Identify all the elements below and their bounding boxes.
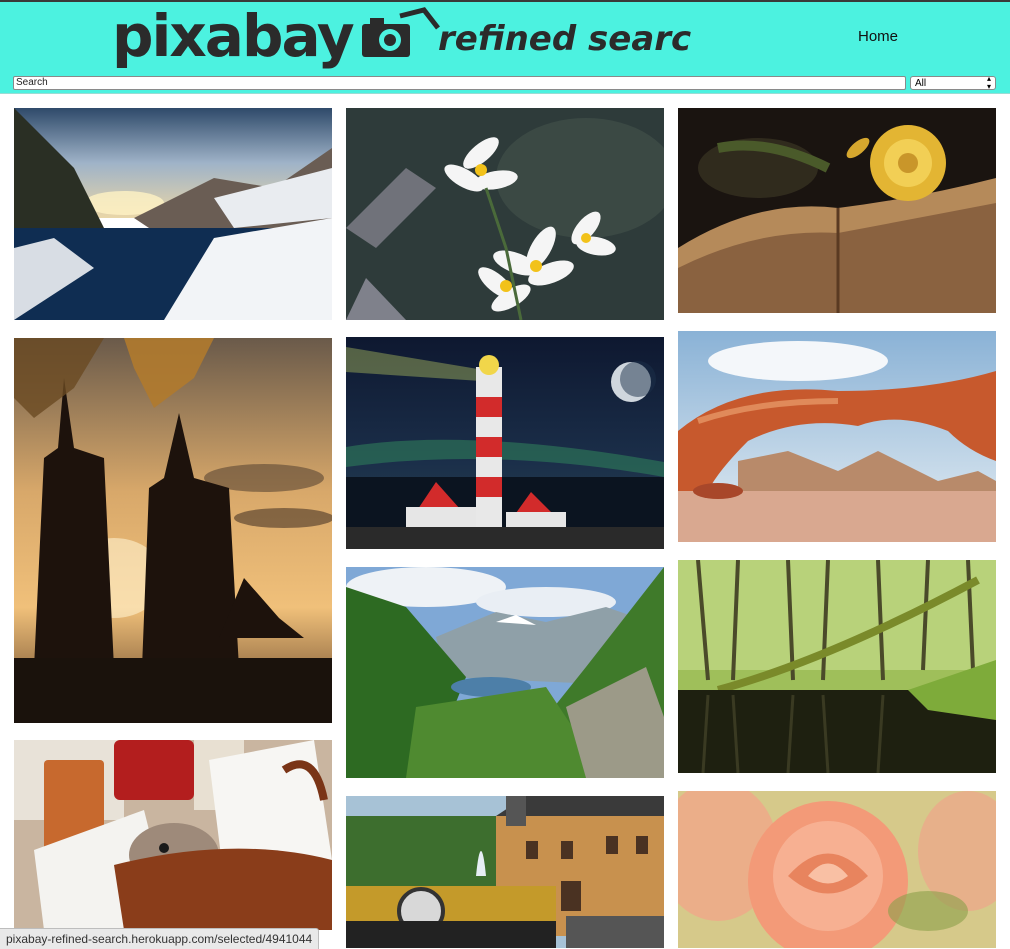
gallery-image-forest-pond[interactable] [678,560,996,773]
category-select-value: All [915,77,927,89]
gallery-image-cathedral[interactable] [14,338,332,723]
gallery-image-vintage-car-castle[interactable] [346,796,664,948]
nav-home-link[interactable]: Home [858,28,898,45]
gallery-image-white-flowers[interactable] [346,108,664,320]
gallery-image-rose-on-book[interactable] [678,108,996,313]
category-select[interactable]: All ▴ ▾ [910,74,996,91]
pixabay-refined-search-logo[interactable]: pixabay refined search [112,6,692,72]
gallery-image-mountain-lake[interactable] [14,108,332,320]
gallery-image-peach-rose[interactable] [678,791,996,948]
select-arrows-icon: ▴ ▾ [986,74,991,91]
logo-tagline: refined search [438,19,692,59]
gallery-image-rock-arch[interactable] [678,331,996,542]
link-status-bar: pixabay-refined-search.herokuapp.com/sel… [0,928,320,949]
gallery-image-lighthouse[interactable] [346,337,664,549]
gallery-image-hamster[interactable] [14,740,332,930]
camera-icon [362,7,440,57]
search-input[interactable] [13,76,906,90]
logo-word: pixabay [112,6,354,70]
site-header: pixabay refined search Home All ▴▾ [0,2,1010,94]
gallery-image-fjord[interactable] [346,567,664,778]
